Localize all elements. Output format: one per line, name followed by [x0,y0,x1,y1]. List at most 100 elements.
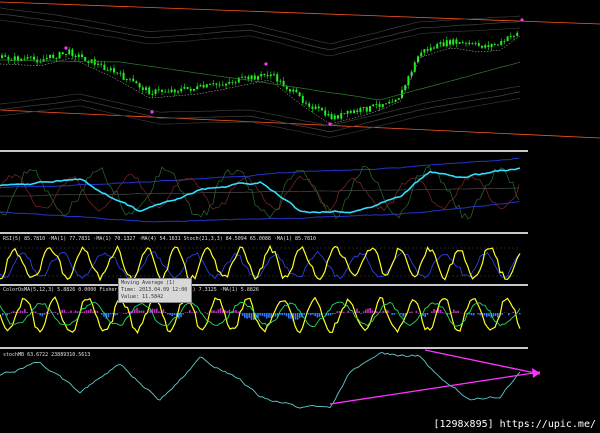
candle-body [471,43,474,45]
bands-indicator-panel[interactable] [0,157,521,223]
osma-bar [182,313,184,315]
candle-body [250,75,253,80]
osma-bar [382,310,385,313]
candle-body [148,87,151,95]
osma-bar [314,313,316,317]
candle-body [481,45,483,48]
candle-body [65,53,67,55]
fractal-mark [150,110,154,114]
osma-bar [206,313,209,315]
osma-bar [400,313,402,315]
candle-body [317,106,320,109]
osma-bar [246,313,248,319]
osma-bar [369,307,371,313]
osma-bar [162,309,165,313]
osma-bar [189,310,191,313]
candle-body [33,56,35,60]
osma-bar [136,307,138,313]
candle-body [340,113,343,119]
osma-bar [387,310,389,313]
candle-body [189,88,192,91]
osma-bar [448,313,451,315]
osma-indicator-panel[interactable] [0,296,521,335]
candle-body [372,104,375,107]
osma-bar [494,313,497,317]
envelope-line [0,13,521,50]
candle-body [276,74,279,82]
fractal-mark [520,18,524,22]
osma-bar [455,311,457,313]
candle-body [132,78,135,82]
candle-body [183,87,186,89]
candle-body [404,85,407,90]
candle-body [167,91,170,93]
price-chart[interactable] [0,0,600,433]
candle-body [429,47,432,51]
candle-body [468,42,471,45]
candle-body [375,104,378,105]
osma-bar [349,312,352,313]
candle-body [7,56,10,60]
candle-body [49,54,51,58]
candle-body [241,76,243,78]
candle-body [503,41,506,42]
osma-bar [334,313,336,314]
candle-body [180,88,183,92]
candle-body [257,76,259,80]
candle-body [221,84,224,86]
osma-bar [417,313,420,314]
candle-body [365,107,368,112]
osma-bar [483,313,486,316]
rsi-indicator-panel[interactable] [0,244,521,282]
candle-body [477,43,480,46]
candle-body [225,83,227,86]
candle-body [439,42,442,44]
candle-body [321,108,323,111]
candle-body [154,89,157,94]
candle-body [292,89,295,92]
osma-bar [52,312,55,313]
osma-bar [184,312,187,313]
osma-bar [140,310,143,313]
osma-bar [61,309,63,313]
candle-body [356,110,359,113]
candle-body [346,110,349,114]
candle-body [381,104,384,108]
candle-body [506,36,509,42]
candle-body [129,78,131,80]
tooltip-time: Time: 2013.04.09 12:00 [121,287,188,293]
candle-body [413,62,416,72]
osma-bar [156,308,158,313]
osma-bar [299,313,301,318]
candle-body [330,114,333,120]
fractal-mark [264,62,268,66]
main-price-panel[interactable] [0,1,600,139]
candle-body [474,43,477,44]
candle-body [397,98,400,100]
osma-bar [376,311,378,313]
osma-bar [116,313,118,315]
osma-bar [171,313,173,317]
osma-bar [70,310,72,313]
osma-bar [424,313,426,317]
osma-bar [244,313,246,318]
osma-bar [283,313,286,315]
candle-body [465,42,467,44]
candle-body [119,72,122,74]
candle-body [45,57,48,60]
osma-bar [241,313,244,316]
candle-body [103,64,106,70]
osma-bar [142,310,145,313]
candle-body [247,76,250,80]
osma-bar [63,309,66,313]
osma-bar [13,311,15,313]
osma-bar [391,313,393,315]
candle-body [173,89,176,93]
osma-bar [204,312,206,313]
osma-bar [123,313,125,314]
osma-bar [362,311,365,313]
divergence-line [424,349,541,375]
stoch-indicator-panel[interactable] [0,349,541,409]
osma-bar [57,313,59,315]
osma-bar [338,311,341,313]
